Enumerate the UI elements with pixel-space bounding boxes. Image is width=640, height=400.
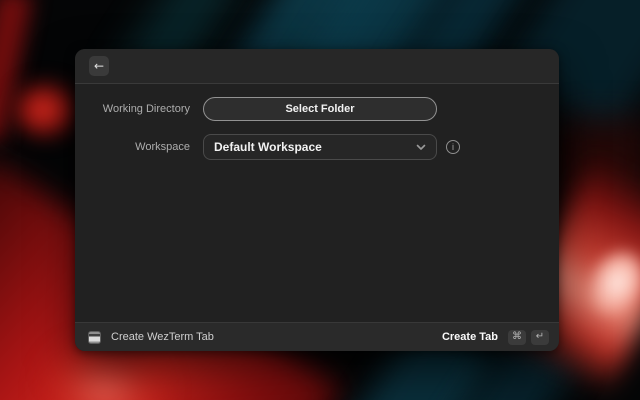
workspace-dropdown[interactable]: Default Workspace xyxy=(203,134,437,160)
command-key-glyph: ⌘ xyxy=(512,332,522,342)
dialog-header: ← xyxy=(75,49,559,84)
working-directory-label: Working Directory xyxy=(75,103,190,115)
select-folder-button[interactable]: Select Folder xyxy=(203,97,437,121)
desktop: ← Working Directory Select Folder Worksp… xyxy=(0,0,640,400)
workspace-row: Workspace Default Workspace i xyxy=(75,134,559,160)
command-key-icon: ⌘ xyxy=(508,330,526,345)
info-icon[interactable]: i xyxy=(446,140,460,154)
chevron-down-icon xyxy=(416,144,426,151)
dialog-body: Working Directory Select Folder Workspac… xyxy=(75,84,559,322)
wallpaper-red-glow xyxy=(560,120,640,210)
create-tab-button[interactable]: Create Tab xyxy=(442,331,498,343)
workspace-dropdown-value: Default Workspace xyxy=(214,140,322,154)
working-directory-row: Working Directory Select Folder xyxy=(75,97,559,121)
wallpaper-red-streak xyxy=(0,0,33,142)
back-button[interactable]: ← xyxy=(89,56,109,76)
info-icon-glyph: i xyxy=(452,143,454,152)
wallpaper-red-glow xyxy=(10,80,80,140)
footer-context-label: Create WezTerm Tab xyxy=(111,331,214,343)
wallpaper-pink-glow xyxy=(563,223,640,342)
dialog-footer: Create WezTerm Tab Create Tab ⌘ ↵ xyxy=(75,322,559,351)
return-key-glyph: ↵ xyxy=(536,332,544,342)
back-arrow-icon: ← xyxy=(94,60,104,72)
return-key-icon: ↵ xyxy=(531,330,549,345)
create-wezterm-tab-dialog: ← Working Directory Select Folder Worksp… xyxy=(75,49,559,351)
wezterm-app-icon xyxy=(88,331,101,344)
workspace-label: Workspace xyxy=(75,141,190,153)
